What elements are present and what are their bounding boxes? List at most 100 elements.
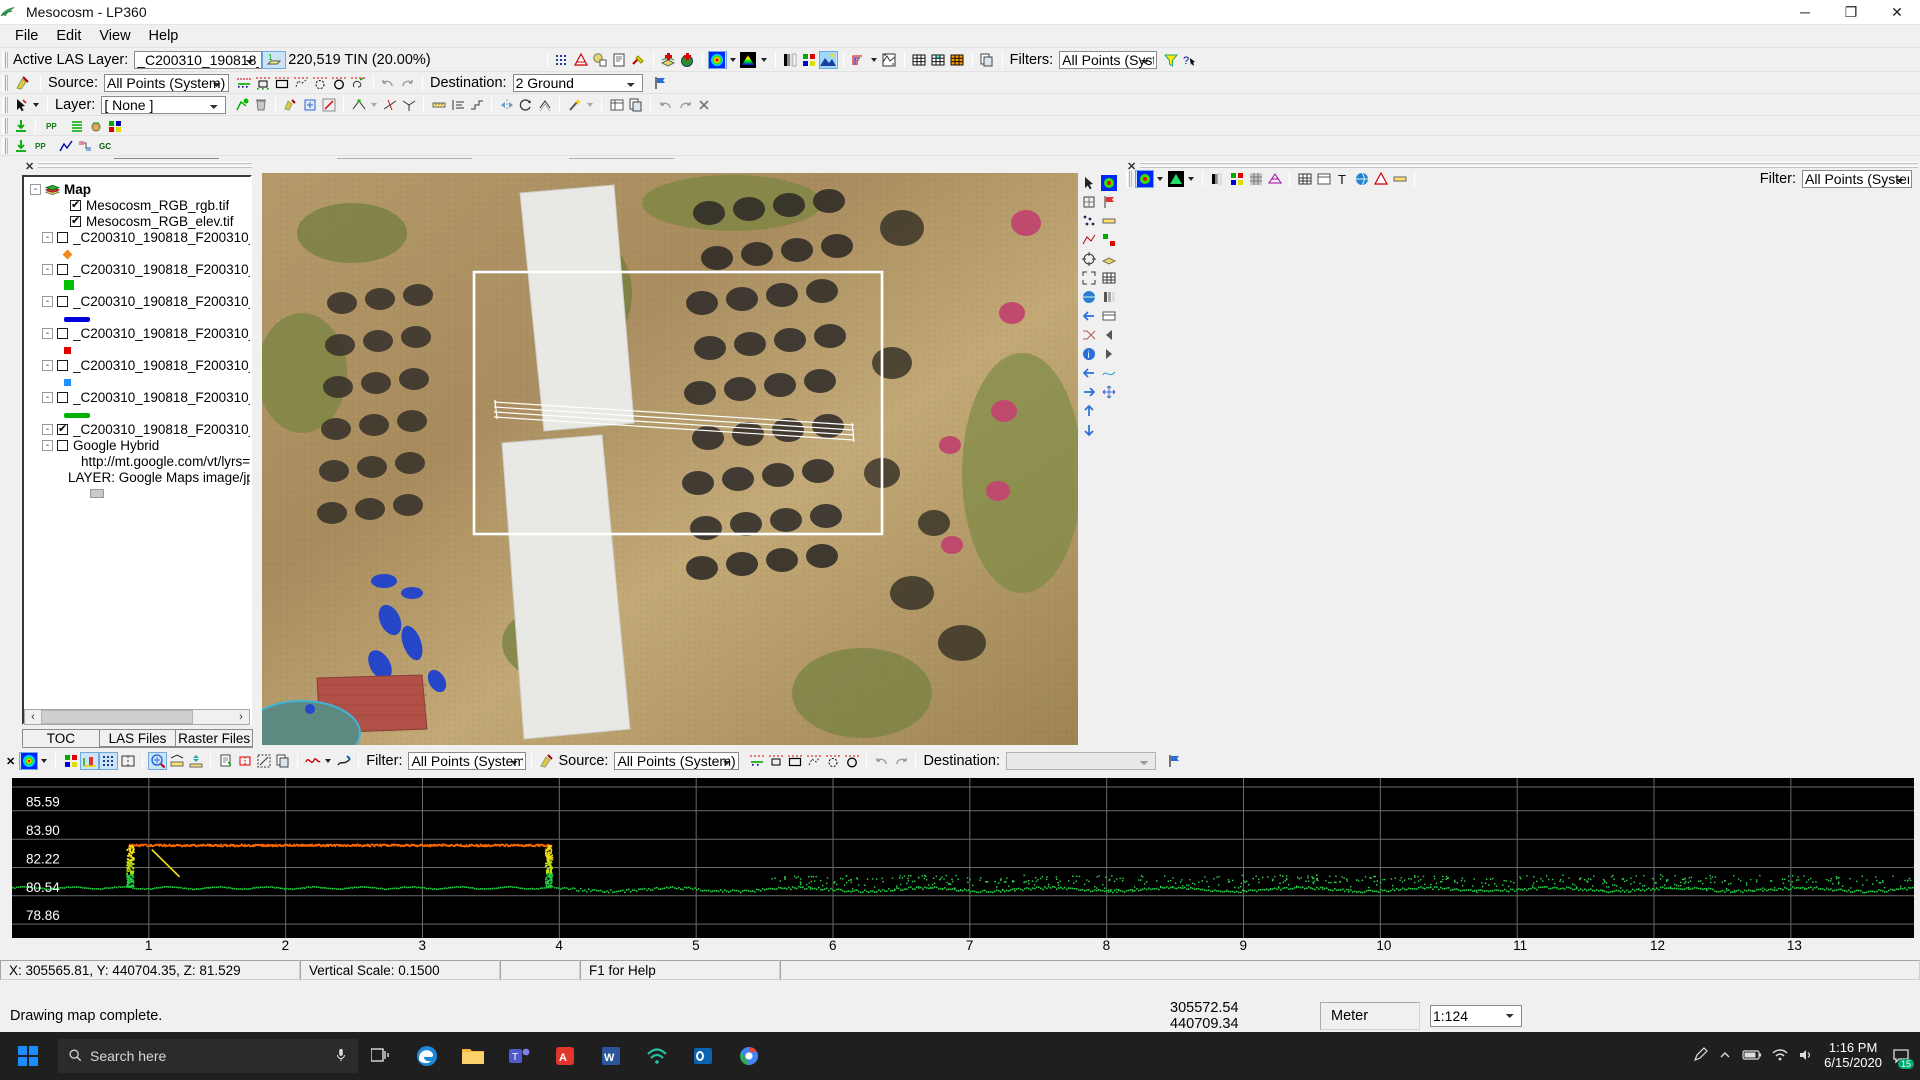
toc-horizontal-scrollbar[interactable]: ‹ › — [24, 709, 250, 725]
add-feature-icon[interactable] — [232, 96, 251, 114]
map-globe-icon[interactable] — [1080, 288, 1099, 306]
breakline-icon[interactable] — [880, 51, 899, 69]
map-view[interactable] — [262, 173, 1078, 745]
smooth-icon[interactable] — [86, 117, 105, 135]
expander-icon[interactable]: - — [42, 328, 53, 339]
align-icon[interactable] — [448, 96, 467, 114]
measure-3d-icon[interactable] — [1390, 170, 1409, 188]
text-icon[interactable]: T — [1333, 170, 1352, 188]
import-icon[interactable] — [11, 137, 30, 155]
toc-item-checkbox[interactable] — [57, 328, 68, 339]
toc-item-checkbox[interactable] — [57, 264, 68, 275]
menu-help[interactable]: Help — [140, 26, 188, 46]
file-explorer-icon[interactable] — [450, 1032, 496, 1080]
expander-icon[interactable]: - — [42, 264, 53, 275]
strip2-wave-icon[interactable] — [1100, 364, 1119, 382]
contour-dropdown[interactable] — [868, 51, 880, 69]
view3d-table-icon[interactable] — [1314, 170, 1333, 188]
elevation-ramp-dropdown[interactable] — [758, 51, 770, 69]
map-up-icon[interactable] — [1080, 402, 1099, 420]
profile-classify-4-icon[interactable] — [804, 752, 823, 770]
globe-add-icon[interactable] — [678, 51, 697, 69]
map-grid-icon[interactable] — [1080, 193, 1099, 211]
gc-icon[interactable]: GC — [94, 137, 120, 155]
network-icon[interactable] — [1772, 1048, 1788, 1065]
toc-item-row[interactable]: Mesocosm_RGB_rgb.tif — [30, 199, 250, 212]
classify-paint-icon[interactable] — [11, 74, 35, 92]
table-icon[interactable] — [607, 96, 626, 114]
expander-icon[interactable]: - — [42, 360, 53, 371]
view3d-hatch-icon[interactable] — [1246, 170, 1265, 188]
delete-feature-icon[interactable] — [251, 96, 270, 114]
waveform-icon[interactable] — [303, 752, 322, 770]
toc-item-row[interactable]: - _C200310_190818_F200310_190822_Station — [30, 231, 250, 244]
chart-icon[interactable] — [56, 137, 75, 155]
color-ramp-icon[interactable] — [708, 51, 727, 69]
view3d-ramp-dropdown[interactable] — [1154, 170, 1166, 188]
blue-flag-icon[interactable] — [651, 74, 670, 92]
map-select-icon[interactable] — [1080, 174, 1099, 192]
vertical-scale-icon[interactable] — [186, 752, 205, 770]
map-info-icon[interactable]: i — [1080, 345, 1099, 363]
source-combo[interactable]: All Points (System) — [104, 74, 229, 92]
height-icon[interactable] — [235, 752, 254, 770]
menu-edit[interactable]: Edit — [47, 26, 90, 46]
teams-icon[interactable]: T — [496, 1032, 542, 1080]
strip2-ramp-icon[interactable] — [1100, 174, 1119, 192]
volume-icon[interactable] — [1798, 1048, 1814, 1065]
chevron-up-icon[interactable] — [1718, 1048, 1732, 1065]
strip2-measure-icon[interactable] — [1100, 212, 1119, 230]
maximize-button[interactable]: ❐ — [1828, 0, 1874, 25]
expander-icon[interactable]: - — [42, 392, 53, 403]
classify-box-icon[interactable] — [273, 74, 292, 92]
expander-icon[interactable]: - — [42, 232, 53, 243]
strip2-move-icon[interactable] — [1100, 383, 1119, 401]
export-icon[interactable] — [626, 96, 645, 114]
help-pointer-icon[interactable]: ? — [1180, 51, 1199, 69]
measure-icon[interactable] — [167, 752, 186, 770]
expander-icon[interactable]: - — [30, 184, 41, 195]
rotate-icon[interactable] — [516, 96, 535, 114]
tab-toc[interactable]: TOC — [22, 729, 100, 747]
move-icon[interactable] — [300, 96, 319, 114]
scroll-thumb[interactable] — [41, 710, 193, 724]
toc-item-row[interactable]: LAYER: Google Maps image/jpg, Style: d — [30, 471, 250, 484]
toc-item-row[interactable]: Mesocosm_RGB_elev.tif — [30, 215, 250, 228]
toolbar-grip[interactable] — [1126, 171, 1132, 187]
scroll-left-arrow[interactable]: ‹ — [25, 710, 41, 724]
taskbar-clock[interactable]: 1:16 PM 6/15/2020 — [1824, 1041, 1882, 1071]
profile-color-ramp-icon[interactable] — [19, 752, 38, 770]
view3d-classify-icon[interactable] — [1227, 170, 1246, 188]
profile-classify-6-icon[interactable] — [842, 752, 861, 770]
classify-line-icon[interactable] — [235, 74, 254, 92]
profile-tool-icon[interactable] — [334, 752, 353, 770]
acrobat-icon[interactable]: A — [542, 1032, 588, 1080]
search-input[interactable]: Search here — [58, 1039, 358, 1073]
outlook-icon[interactable] — [680, 1032, 726, 1080]
tree-icon[interactable] — [61, 752, 80, 770]
profile-destination-combo[interactable] — [1006, 752, 1156, 770]
undo-icon[interactable] — [379, 74, 398, 92]
menu-file[interactable]: File — [6, 26, 47, 46]
toc-item-row[interactable]: -_C200310_190818_F200310_190822_Trajec — [30, 327, 250, 340]
toc-item-checkbox[interactable] — [57, 232, 68, 243]
list-icon[interactable] — [67, 117, 86, 135]
task-view-icon[interactable] — [358, 1032, 404, 1080]
strip2-layers-icon[interactable] — [1100, 250, 1119, 268]
hillshade-icon[interactable] — [819, 51, 838, 69]
contour-icon[interactable] — [849, 51, 868, 69]
profile-copy-icon[interactable] — [591, 51, 610, 69]
download-green-icon[interactable] — [11, 117, 30, 135]
profile-classify-2-icon[interactable] — [766, 752, 785, 770]
layer-add-icon[interactable] — [659, 51, 678, 69]
undo-icon-3[interactable] — [872, 752, 891, 770]
toc-item-checkbox[interactable] — [57, 296, 68, 307]
classification-icon[interactable] — [800, 51, 819, 69]
profile-source-icon[interactable] — [537, 752, 556, 770]
pp-icon[interactable]: PP — [41, 117, 67, 135]
toc-root-row[interactable]: - Map — [30, 183, 250, 196]
filters-combo[interactable]: All Points (System) — [1059, 51, 1157, 69]
arrow-select-icon[interactable] — [11, 96, 30, 114]
properties-icon[interactable] — [610, 51, 629, 69]
profile-filter-combo[interactable]: All Points (System) — [408, 752, 526, 770]
